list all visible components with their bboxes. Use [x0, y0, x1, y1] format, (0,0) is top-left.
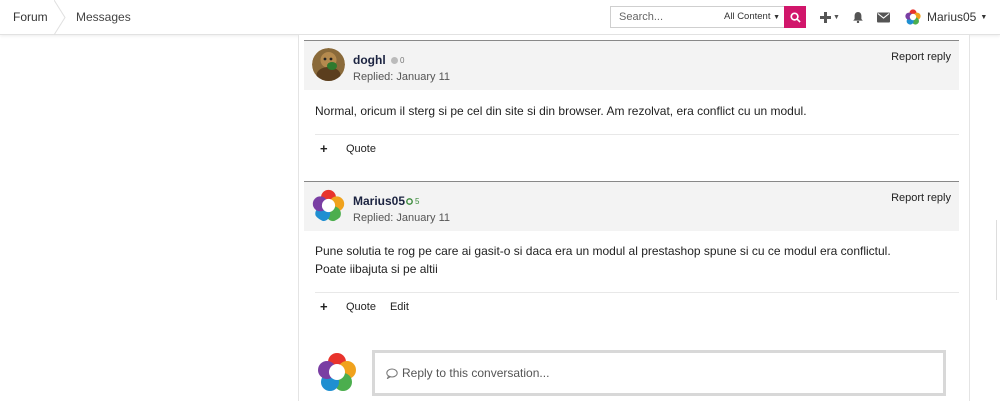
- plus-icon[interactable]: +: [320, 141, 346, 156]
- reputation-badge: 5: [406, 197, 419, 206]
- notifications-button[interactable]: [852, 8, 864, 26]
- plus-icon: [820, 11, 831, 23]
- current-user-avatar: [318, 353, 356, 391]
- avatar-image: [312, 48, 345, 81]
- reputation-count: 0: [400, 56, 405, 65]
- scrollbar[interactable]: [996, 220, 1000, 300]
- avatar[interactable]: [312, 189, 345, 222]
- reply-date: Replied: January 11: [353, 71, 451, 83]
- search-input[interactable]: [611, 7, 721, 27]
- caret-down-icon: ▼: [833, 13, 840, 21]
- avatar-image: [312, 189, 345, 222]
- quote-button[interactable]: Quote: [346, 301, 376, 313]
- post: doghl 0 Replied: January 11 Report reply…: [304, 40, 959, 175]
- reputation-icon: [406, 198, 413, 205]
- username-label: Marius05: [927, 10, 977, 24]
- user-avatar-icon: [905, 9, 921, 25]
- breadcrumb-forum[interactable]: Forum: [13, 0, 48, 35]
- search-bar: All Content ▼: [610, 6, 806, 28]
- messages-button[interactable]: [877, 8, 890, 26]
- reputation-icon: [391, 57, 398, 64]
- create-menu-button[interactable]: ▼: [820, 8, 840, 26]
- author-name[interactable]: doghl: [353, 53, 386, 67]
- top-bar: Forum Messages All Content ▼ ▼: [0, 0, 1000, 35]
- reply-input[interactable]: Reply to this conversation...: [372, 350, 946, 396]
- reputation-badge: 0: [391, 56, 404, 65]
- caret-down-icon: ▼: [773, 14, 781, 21]
- user-menu[interactable]: Marius05 ▼: [905, 8, 987, 26]
- reply-placeholder: Reply to this conversation...: [402, 366, 550, 380]
- breadcrumb-separator-icon: [54, 0, 66, 35]
- reply-date: Replied: January 11: [353, 212, 451, 224]
- envelope-icon: [877, 12, 890, 22]
- comment-icon: [386, 368, 398, 379]
- search-icon: [789, 11, 801, 23]
- post-divider: [315, 292, 959, 293]
- breadcrumb-messages[interactable]: Messages: [76, 0, 131, 35]
- quote-button[interactable]: Quote: [346, 143, 376, 155]
- post-header: Marius05 5 Replied: January 11 Report re…: [304, 181, 959, 231]
- post-actions: + Quote: [320, 141, 390, 156]
- post-body: Pune solutia te rog pe care ai gasit-o s…: [315, 244, 891, 276]
- post-body: Normal, oricum il sterg si pe cel din si…: [315, 104, 807, 118]
- search-button[interactable]: [784, 6, 806, 28]
- post-divider: [315, 134, 959, 135]
- post: Marius05 5 Replied: January 11 Report re…: [304, 181, 959, 341]
- report-reply-link[interactable]: Report reply: [891, 192, 951, 204]
- caret-down-icon: ▼: [980, 13, 988, 21]
- post-actions: + Quote Edit: [320, 299, 423, 314]
- search-scope-dropdown[interactable]: All Content ▼: [724, 7, 780, 27]
- post-header: doghl 0 Replied: January 11 Report reply: [304, 40, 959, 90]
- plus-icon[interactable]: +: [320, 299, 346, 314]
- search-scope-label: All Content: [724, 11, 771, 22]
- report-reply-link[interactable]: Report reply: [891, 51, 951, 63]
- edit-button[interactable]: Edit: [390, 301, 409, 313]
- reputation-count: 5: [415, 197, 420, 206]
- avatar[interactable]: [312, 48, 345, 81]
- bell-icon: [853, 12, 863, 23]
- author-name[interactable]: Marius05: [353, 194, 405, 208]
